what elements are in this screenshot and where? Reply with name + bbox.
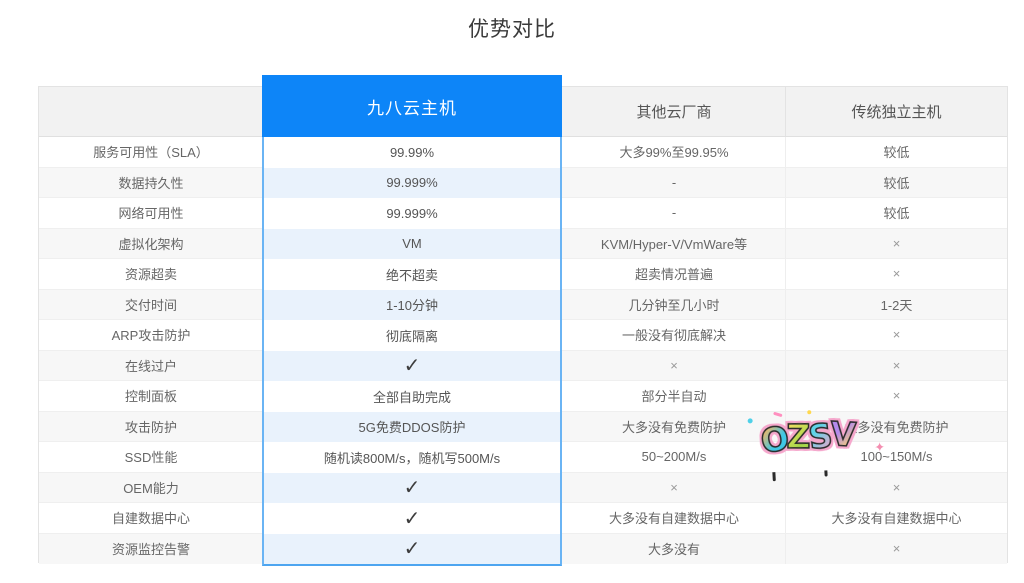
table-cell: 超卖情况普遍 — [563, 259, 785, 289]
row-label: SSD性能 — [39, 442, 263, 472]
check-icon: ✓ — [264, 534, 560, 565]
header-other-vendors: 其他云厂商 — [563, 87, 785, 136]
table-cell: 100~150M/s — [785, 442, 1007, 472]
cross-icon: × — [785, 229, 1007, 259]
table-cell: 大多没有 — [563, 534, 785, 565]
row-label: 控制面板 — [39, 381, 263, 411]
table-cell: 99.999% — [264, 168, 560, 199]
table-cell: 大多没有免费防护 — [785, 412, 1007, 442]
row-label: 交付时间 — [39, 290, 263, 320]
row-label: 服务可用性（SLA） — [39, 137, 263, 167]
row-label: 资源监控告警 — [39, 534, 263, 565]
comparison-table: 其他云厂商 传统独立主机 服务可用性（SLA）大多99%至99.95%较低数据持… — [38, 86, 1008, 563]
table-cell: 全部自助完成 — [264, 381, 560, 412]
cross-icon: × — [785, 381, 1007, 411]
cross-icon: × — [785, 534, 1007, 565]
table-cell: KVM/Hyper-V/VmWare等 — [563, 229, 785, 259]
row-label: 在线过户 — [39, 351, 263, 381]
row-label: 资源超卖 — [39, 259, 263, 289]
row-label: 攻击防护 — [39, 412, 263, 442]
table-cell: 50~200M/s — [563, 442, 785, 472]
table-cell: 彻底隔离 — [264, 320, 560, 351]
table-cell: 一般没有彻底解决 — [563, 320, 785, 350]
cross-icon: × — [785, 320, 1007, 350]
check-icon: ✓ — [264, 503, 560, 534]
check-icon: ✓ — [264, 351, 560, 382]
table-cell: 1-2天 — [785, 290, 1007, 320]
table-cell: 5G免费DDOS防护 — [264, 412, 560, 443]
table-cell: 大多99%至99.95% — [563, 137, 785, 167]
table-cell: 大多没有自建数据中心 — [785, 503, 1007, 533]
table-cell: 99.999% — [264, 198, 560, 229]
table-cell: 大多没有免费防护 — [563, 412, 785, 442]
featured-column: 九八云主机 99.99%99.999%99.999%VM绝不超卖1-10分钟彻底… — [262, 75, 562, 566]
header-feature — [39, 87, 263, 136]
table-cell: VM — [264, 229, 560, 260]
table-cell: 99.99% — [264, 137, 560, 168]
cross-icon: × — [785, 259, 1007, 289]
row-label: ARP攻击防护 — [39, 320, 263, 350]
cross-icon: × — [785, 473, 1007, 503]
table-cell: 大多没有自建数据中心 — [563, 503, 785, 533]
row-label: 数据持久性 — [39, 168, 263, 198]
row-label: 网络可用性 — [39, 198, 263, 228]
header-traditional: 传统独立主机 — [785, 87, 1007, 136]
row-label: OEM能力 — [39, 473, 263, 503]
cross-icon: × — [563, 473, 785, 503]
cross-icon: × — [563, 351, 785, 381]
page-title: 优势对比 — [0, 13, 1024, 43]
table-cell: 较低 — [785, 168, 1007, 198]
cross-icon: × — [785, 351, 1007, 381]
table-cell: 较低 — [785, 198, 1007, 228]
row-label: 虚拟化架构 — [39, 229, 263, 259]
table-cell: - — [563, 168, 785, 198]
featured-column-body: 99.99%99.999%99.999%VM绝不超卖1-10分钟彻底隔离✓全部自… — [262, 137, 562, 566]
featured-column-header: 九八云主机 — [262, 75, 562, 137]
table-cell: 绝不超卖 — [264, 259, 560, 290]
table-cell: 1-10分钟 — [264, 290, 560, 321]
table-cell: 几分钟至几小时 — [563, 290, 785, 320]
table-cell: - — [563, 198, 785, 228]
table-cell: 较低 — [785, 137, 1007, 167]
table-cell: 部分半自动 — [563, 381, 785, 411]
page: 优势对比 其他云厂商 传统独立主机 服务可用性（SLA） 大多99%至99.95%… — [0, 0, 1024, 583]
table-cell: 随机读800M/s，随机写500M/s — [264, 442, 560, 473]
check-icon: ✓ — [264, 473, 560, 504]
row-label: 自建数据中心 — [39, 503, 263, 533]
